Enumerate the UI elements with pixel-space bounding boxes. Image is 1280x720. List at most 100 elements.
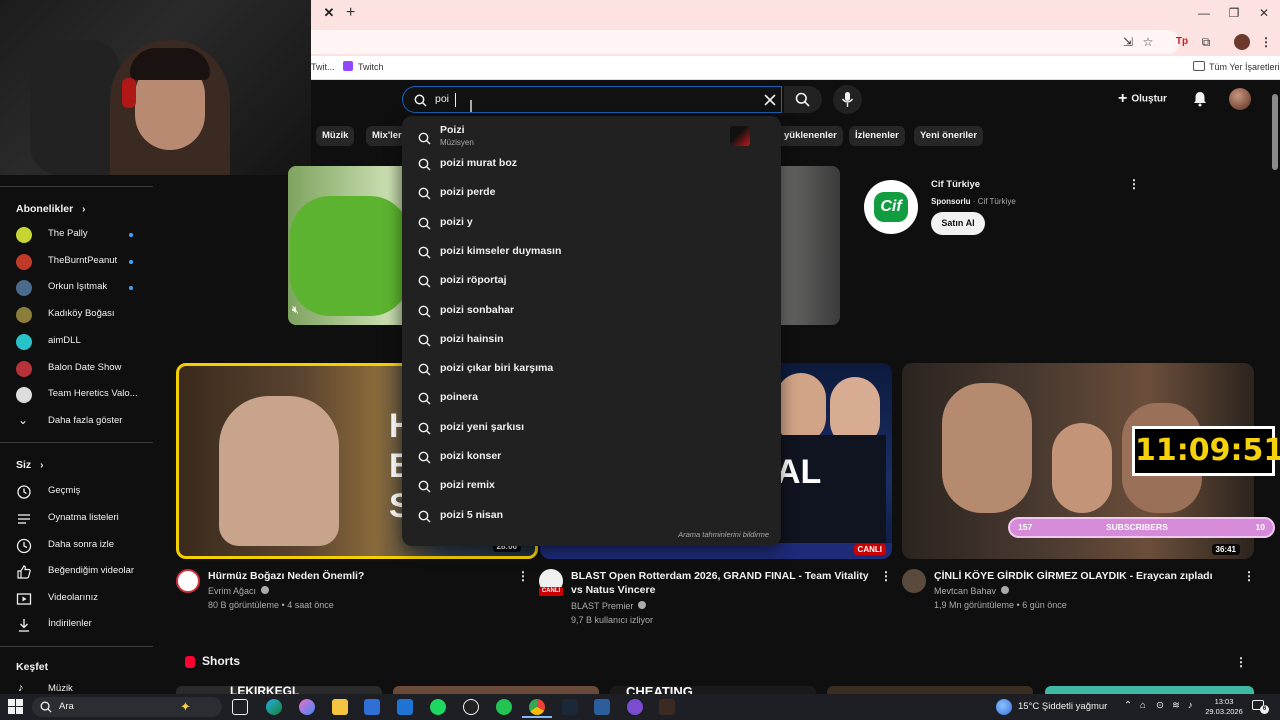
suggestion-item[interactable]: poizi yeni şarkısı (402, 414, 781, 442)
voice-search-button[interactable] (833, 85, 862, 114)
network-icon[interactable]: ⌂ (1140, 700, 1146, 711)
short-thumbnail[interactable] (827, 686, 1033, 694)
account-avatar[interactable] (1229, 88, 1251, 110)
chip-music[interactable]: Müzik (316, 126, 355, 146)
chip-new-to-you[interactable]: Yeni öneriler (914, 126, 984, 146)
mail-icon[interactable] (397, 699, 413, 715)
suggestion-item[interactable]: poizi 5 nisan (402, 502, 781, 530)
search-input[interactable]: poi (402, 86, 782, 113)
sidebar-item-your-videos[interactable]: Videolarınız (16, 589, 166, 609)
video-title[interactable]: BLAST Open Rotterdam 2026, GRAND FINAL -… (571, 569, 871, 597)
suggestion-item[interactable]: poizi konser (402, 443, 781, 471)
ad-title[interactable]: Cif Türkiye (931, 179, 980, 190)
extensions-puzzle-icon[interactable]: ⧉ (1198, 34, 1214, 50)
chevron-up-icon[interactable]: ⌃ (1124, 700, 1132, 711)
app-green-icon[interactable] (496, 699, 512, 715)
video-more-icon[interactable]: ⋮ (1243, 569, 1255, 583)
chrome-icon[interactable] (529, 699, 545, 715)
notifications-bell-icon[interactable] (1191, 90, 1209, 108)
address-bar[interactable] (300, 30, 1180, 54)
video-title[interactable]: ÇİNLİ KÖYE GİRDİK GİRMEZ OLAYDIK - Erayc… (934, 569, 1234, 583)
chip-watched[interactable]: İzlenenler (849, 126, 905, 146)
sidebar-item-watch-later[interactable]: Daha sonra izle (16, 536, 166, 556)
taskbar-search[interactable]: Ara ✦ (32, 697, 222, 717)
video-channel[interactable]: BLAST Premier (571, 599, 646, 613)
sidebar-item-music[interactable]: ♪ Müzik (16, 680, 166, 694)
channel-avatar[interactable] (902, 569, 926, 593)
clock[interactable]: 13:03 29.03.2026 (1204, 697, 1244, 717)
all-bookmarks[interactable]: Tüm Yer İşaretleri (1209, 60, 1280, 74)
windows-start-icon[interactable] (8, 699, 24, 715)
bookmark-twitch[interactable]: Twitch (358, 60, 384, 74)
sidebar-item-subscription[interactable]: Balon Date Show (16, 359, 166, 379)
channel-avatar[interactable]: CANLI (539, 569, 563, 596)
video-channel[interactable]: Mevtcan Bahav (934, 584, 1009, 598)
search-button[interactable] (784, 86, 822, 113)
profile-avatar-icon[interactable] (1234, 34, 1250, 50)
install-app-icon[interactable]: ⇲ (1120, 34, 1136, 50)
show-more-button[interactable]: ⌄ Daha fazla göster (16, 412, 166, 432)
subscriptions-heading[interactable]: Abonelikler › (16, 203, 85, 215)
sidebar-item-subscription[interactable]: Team Heretics Valo... (16, 385, 166, 405)
store-icon[interactable] (364, 699, 380, 715)
create-button[interactable]: + Oluştur (1118, 88, 1176, 110)
mute-icon[interactable]: 🔇︎ (292, 304, 306, 318)
chip-recently-uploaded[interactable]: yüklenenler (778, 126, 843, 146)
sidebar-item-subscription[interactable]: The Pally (16, 225, 166, 245)
video-more-icon[interactable]: ⋮ (517, 569, 529, 583)
sidebar-item-playlists[interactable]: Oynatma listeleri (16, 509, 166, 529)
obs-icon[interactable] (463, 699, 479, 715)
spotify-icon[interactable] (430, 699, 446, 715)
suggestion-item[interactable]: poizi sonbahar (402, 297, 781, 325)
sidebar-item-subscription[interactable]: aimDLL (16, 332, 166, 352)
short-thumbnail[interactable]: LEKIRKEGL (176, 686, 382, 694)
suggestion-item[interactable]: poizi kimseler duymasın (402, 238, 781, 266)
headset-icon[interactable]: ⊙ (1156, 700, 1164, 711)
suggestion-item[interactable]: poinera (402, 384, 781, 412)
app-image-icon[interactable] (659, 699, 675, 715)
app-purple-icon[interactable] (627, 699, 643, 715)
sidebar-item-subscription[interactable]: Kadıköy Boğası (16, 305, 166, 325)
browser-menu-icon[interactable]: ⋮ (1258, 34, 1274, 50)
sidebar-item-history[interactable]: Geçmiş (16, 482, 166, 502)
weather-text[interactable]: 15°C Şiddetli yağmur (1018, 701, 1107, 712)
suggestion-item[interactable]: poizi çıkar biri karşıma (402, 355, 781, 383)
sidebar-item-subscription[interactable]: Orkun Işıtmak (16, 278, 166, 298)
window-close-icon[interactable]: ✕ (1254, 4, 1274, 22)
suggestion-item[interactable]: poizi murat boz (402, 150, 781, 178)
suggestion-item[interactable]: poizi y (402, 209, 781, 237)
sidebar-item-subscription[interactable]: TheBurntPeanut (16, 252, 166, 272)
notifications-icon[interactable]: 6 (1252, 699, 1269, 714)
page-scrollbar[interactable] (1272, 94, 1278, 170)
short-thumbnail[interactable] (393, 686, 599, 694)
channel-avatar[interactable] (176, 569, 200, 593)
clear-search-icon[interactable] (764, 94, 776, 106)
suggestion-item[interactable]: poizi perde (402, 179, 781, 207)
task-view-icon[interactable] (232, 699, 248, 715)
tab-close-icon[interactable]: ✕ (322, 6, 336, 20)
suggestion-item[interactable]: poizi hainsin (402, 326, 781, 354)
wifi-icon[interactable]: ≋ (1172, 700, 1180, 711)
short-thumbnail[interactable] (1045, 686, 1254, 694)
suggestion-item[interactable]: poizi röportaj (402, 267, 781, 295)
short-thumbnail[interactable]: CHEATING (610, 686, 816, 694)
copilot-icon[interactable] (299, 699, 315, 715)
you-heading[interactable]: Siz › (16, 459, 43, 471)
video-more-icon[interactable]: ⋮ (880, 569, 892, 583)
edge-icon[interactable] (266, 699, 282, 715)
maximize-icon[interactable]: ❐ (1224, 4, 1244, 22)
suggestion-item[interactable]: poizi remix (402, 472, 781, 500)
bookmark-twitter[interactable]: Twit... (311, 60, 335, 74)
buy-button[interactable]: Satın Al (931, 212, 985, 235)
video-channel[interactable]: Evrim Ağacı (208, 584, 269, 598)
sidebar-item-liked-videos[interactable]: Beğendiğim videolar (16, 562, 166, 582)
sidebar-item-downloads[interactable]: İndirilenler (16, 615, 166, 635)
ad-more-icon[interactable]: ⋮ (1128, 177, 1140, 191)
minimize-icon[interactable]: — (1194, 4, 1214, 22)
file-explorer-icon[interactable] (332, 699, 348, 715)
video-title[interactable]: Hürmüz Boğazı Neden Önemli? (208, 569, 508, 583)
shorts-more-icon[interactable]: ⋮ (1235, 655, 1247, 669)
star-icon[interactable]: ☆ (1140, 34, 1156, 50)
new-tab-icon[interactable]: + (346, 5, 360, 21)
extension-tp-icon[interactable]: Tp (1174, 34, 1190, 50)
